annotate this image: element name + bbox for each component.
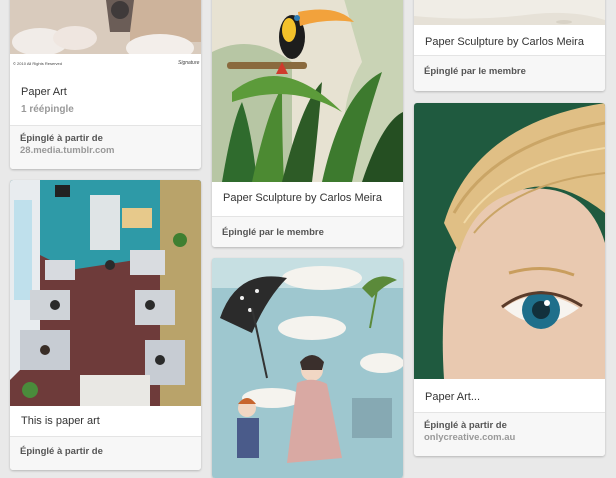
pin-card[interactable]: Paper Sculpture by Carlos Meira Épinglé … xyxy=(414,0,605,91)
pin-image[interactable]: © 2010 All Rights Reserved Signature xyxy=(10,0,201,68)
pin-card[interactable]: Paper Art... Épinglé à partir de onlycre… xyxy=(414,103,605,456)
attribution-label: Épinglé par le membre xyxy=(424,66,526,77)
attribution-source[interactable]: onlycreative.com.au xyxy=(424,432,595,444)
pin-attribution[interactable]: Épinglé à partir de 28.media.tumblr.com xyxy=(10,125,201,169)
pin-description: Paper Sculpture by Carlos Meira xyxy=(223,192,382,204)
pin-description: Paper Art xyxy=(21,86,67,98)
svg-text:© 2010 All Rights Reserved: © 2010 All Rights Reserved xyxy=(13,61,62,66)
pin-attribution[interactable]: Épinglé à partir de onlycreative.com.au xyxy=(414,412,605,456)
attribution-label: Épinglé par le membre xyxy=(222,227,324,238)
svg-text:Signature: Signature xyxy=(178,60,200,66)
attribution-source[interactable]: 28.media.tumblr.com xyxy=(20,145,191,157)
repin-count[interactable]: 1 réépingle xyxy=(21,104,74,115)
pin-card[interactable]: This is paper art Épinglé à partir de xyxy=(10,180,201,470)
attribution-label: Épinglé à partir de xyxy=(20,133,103,144)
pin-description: This is paper art xyxy=(21,415,100,427)
pin-image[interactable] xyxy=(414,0,605,25)
pin-image[interactable] xyxy=(212,258,403,478)
pin-image[interactable] xyxy=(10,180,201,406)
pin-card[interactable] xyxy=(212,258,403,478)
pin-attribution[interactable]: Épinglé par le membre xyxy=(414,55,605,91)
pin-description: Paper Sculpture by Carlos Meira xyxy=(425,36,584,48)
pin-image[interactable] xyxy=(414,103,605,379)
pin-image[interactable] xyxy=(212,0,403,182)
pin-description: Paper Art... xyxy=(425,391,481,403)
pin-card[interactable]: © 2010 All Rights Reserved Signature Pap… xyxy=(10,0,201,169)
pin-attribution[interactable]: Épinglé à partir de xyxy=(10,436,201,470)
attribution-label: Épinglé à partir de xyxy=(20,446,103,457)
pin-card[interactable]: Paper Sculpture by Carlos Meira Épinglé … xyxy=(212,0,403,247)
attribution-label: Épinglé à partir de xyxy=(424,420,507,431)
pin-attribution[interactable]: Épinglé par le membre xyxy=(212,216,403,247)
